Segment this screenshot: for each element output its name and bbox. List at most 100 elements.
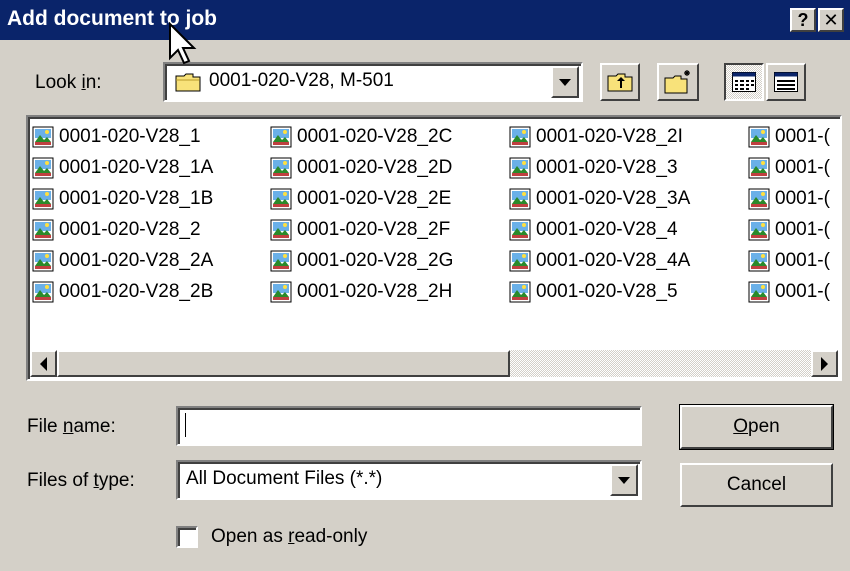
open-button-label: Open (733, 416, 780, 437)
files-of-type-value: All Document Files (*.*) (186, 468, 383, 489)
read-only-checkbox[interactable] (176, 526, 198, 548)
file-list-item[interactable]: 0001-( (748, 121, 830, 152)
file-list-item[interactable]: 0001-( (748, 245, 830, 276)
document-file-icon (32, 157, 54, 178)
file-name-text: 0001-020-V28_2G (297, 249, 454, 271)
file-name-text: 0001-020-V28_3 (536, 156, 678, 178)
document-file-icon (270, 188, 292, 209)
file-name-text: 0001-020-V28_2A (59, 249, 214, 271)
file-list-item[interactable]: 0001-020-V28_4 (509, 214, 678, 245)
chevron-down-icon (559, 78, 571, 86)
file-list-item[interactable]: 0001-020-V28_2C (270, 121, 452, 152)
file-name-text: 0001-020-V28_2I (536, 125, 683, 147)
help-button[interactable]: ? (790, 8, 816, 32)
document-file-icon (270, 157, 292, 178)
file-name-text: 0001-020-V28_2H (297, 280, 453, 302)
new-folder-icon (664, 70, 690, 94)
file-name-text: 0001-020-V28_1A (59, 156, 214, 178)
file-name-text: 0001-( (775, 218, 830, 240)
scroll-right-button[interactable] (811, 350, 838, 377)
details-view-icon (774, 72, 798, 92)
document-file-icon (748, 250, 770, 271)
file-list-item[interactable]: 0001-020-V28_2 (32, 214, 201, 245)
file-list-item[interactable]: 0001-( (748, 183, 830, 214)
file-list[interactable]: 0001-020-V28_1 0001-020-V28_1A 0001-020-V2… (26, 115, 842, 381)
files-of-type-label: Files of type: (27, 470, 135, 491)
document-file-icon (509, 281, 531, 302)
text-caret (185, 413, 186, 437)
file-list-item[interactable]: 0001-020-V28_2I (509, 121, 683, 152)
files-of-type-combo[interactable]: All Document Files (*.*) (176, 460, 642, 500)
document-file-icon (509, 126, 531, 147)
look-in-label: Look in: (35, 72, 102, 93)
list-view-icon (732, 72, 756, 92)
list-view-button[interactable] (724, 63, 764, 101)
file-name-text: 0001-( (775, 125, 830, 147)
files-of-type-dropdown-button[interactable] (610, 464, 638, 496)
help-icon: ? (797, 9, 809, 30)
file-list-item[interactable]: 0001-020-V28_2H (270, 276, 452, 307)
title-bar[interactable]: Add document to job ? ✕ (0, 0, 850, 40)
document-file-icon (270, 250, 292, 271)
close-button[interactable]: ✕ (818, 8, 844, 32)
file-name-text: 0001-( (775, 156, 830, 178)
file-name-text: 0001-020-V28_4A (536, 249, 691, 271)
file-name-text: 0001-020-V28_2 (59, 218, 201, 240)
scroll-left-button[interactable] (30, 350, 57, 377)
file-list-item[interactable]: 0001-020-V28_2E (270, 183, 451, 214)
document-file-icon (32, 281, 54, 302)
file-name-text: 0001-020-V28_2E (297, 187, 452, 209)
up-one-level-button[interactable] (600, 63, 640, 101)
cancel-button-label: Cancel (726, 474, 787, 495)
document-file-icon (748, 281, 770, 302)
file-grid: 0001-020-V28_1 0001-020-V28_1A 0001-020-V2… (32, 119, 840, 335)
open-button[interactable]: Open (679, 404, 834, 450)
file-name-input[interactable] (176, 406, 642, 446)
document-file-icon (509, 250, 531, 271)
look-in-value: 0001-020-V28, M-501 (209, 70, 394, 91)
arrow-left-icon (40, 356, 47, 371)
document-file-icon (270, 281, 292, 302)
file-list-item[interactable]: 0001-020-V28_2A (32, 245, 213, 276)
document-file-icon (748, 157, 770, 178)
file-list-item[interactable]: 0001-020-V28_5 (509, 276, 678, 307)
arrow-right-icon (821, 356, 828, 371)
file-list-item[interactable]: 0001-020-V28_2D (270, 152, 452, 183)
file-list-item[interactable]: 0001-020-V28_2G (270, 245, 453, 276)
file-name-text: 0001-020-V28_2B (59, 280, 214, 302)
file-list-item[interactable]: 0001-020-V28_3A (509, 183, 690, 214)
file-name-text: 0001-( (775, 187, 830, 209)
document-file-icon (509, 157, 531, 178)
mouse-pointer-icon (169, 22, 197, 65)
file-name-label: File name: (27, 416, 116, 437)
document-file-icon (32, 250, 54, 271)
horizontal-scrollbar[interactable] (30, 350, 838, 377)
file-name-text: 0001-020-V28_3A (536, 187, 691, 209)
file-list-item[interactable]: 0001-020-V28_3 (509, 152, 678, 183)
chevron-down-icon (618, 476, 630, 484)
file-list-item[interactable]: 0001-020-V28_4A (509, 245, 690, 276)
file-list-item[interactable]: 0001-( (748, 214, 830, 245)
document-file-icon (509, 188, 531, 209)
file-name-text: 0001-020-V28_1 (59, 125, 201, 147)
new-folder-button[interactable] (657, 63, 699, 101)
file-list-item[interactable]: 0001-( (748, 276, 830, 307)
details-view-button[interactable] (766, 63, 806, 101)
look-in-dropdown-button[interactable] (551, 66, 579, 98)
scroll-thumb[interactable] (57, 350, 510, 377)
folder-icon (175, 73, 201, 92)
file-name-text: 0001-020-V28_1B (59, 187, 214, 209)
file-list-item[interactable]: 0001-020-V28_2F (270, 214, 450, 245)
file-list-item[interactable]: 0001-020-V28_1 (32, 121, 201, 152)
file-name-text: 0001-( (775, 249, 830, 271)
file-list-item[interactable]: 0001-020-V28_2B (32, 276, 213, 307)
close-icon: ✕ (823, 9, 839, 30)
read-only-label: Open as read-only (211, 526, 368, 547)
document-file-icon (509, 219, 531, 240)
file-list-item[interactable]: 0001-( (748, 152, 830, 183)
look-in-combo[interactable]: 0001-020-V28, M-501 (163, 62, 583, 102)
file-list-item[interactable]: 0001-020-V28_1B (32, 183, 213, 214)
cancel-button[interactable]: Cancel (680, 463, 833, 507)
document-file-icon (32, 188, 54, 209)
file-list-item[interactable]: 0001-020-V28_1A (32, 152, 213, 183)
